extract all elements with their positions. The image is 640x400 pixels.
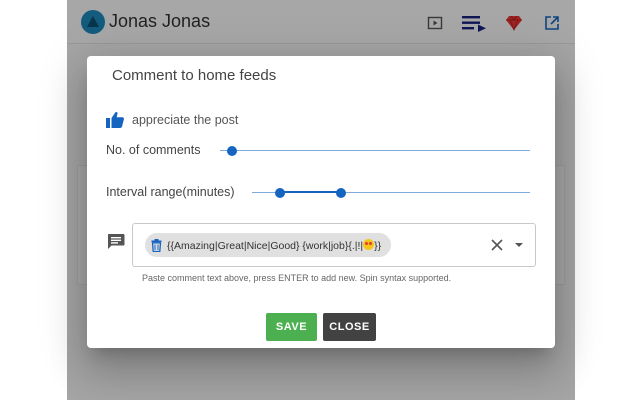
clear-icon[interactable] [490,238,504,252]
appreciate-option[interactable]: appreciate the post [105,109,238,131]
interval-label: Interval range(minutes) [106,185,235,199]
comment-hint: Paste comment text above, press ENTER to… [142,273,452,283]
interval-slider-min-thumb[interactable] [274,188,285,198]
interval-slider-max-thumb[interactable] [335,188,346,198]
close-button[interactable]: CLOSE [323,313,376,341]
appreciate-label: appreciate the post [132,113,239,127]
comments-slider-thumb[interactable] [227,146,238,156]
comment-chip[interactable]: {{Amazing|Great|Nice|Good} {work|job}{.|… [145,233,392,257]
interval-slider-active-range [279,191,341,193]
heart-eyes-emoji-icon [363,238,375,250]
comment-dialog: Comment to home feeds appreciate the pos… [87,56,555,348]
chevron-down-icon[interactable] [515,243,523,247]
comment-chip-suffix: }} [374,239,382,252]
comments-slider-track[interactable] [220,150,530,151]
comments-label: No. of comments [106,143,201,157]
thumbs-up-icon [106,111,124,128]
dialog-title: Comment to home feeds [112,67,277,84]
comment-chip-text: {{Amazing|Great|Nice|Good} {work|job}{.|… [167,238,382,252]
trash-icon[interactable] [151,238,162,252]
comment-icon [108,234,125,249]
save-button[interactable]: SAVE [266,313,317,341]
comment-input[interactable]: {{Amazing|Great|Nice|Good} {work|job}{.|… [132,223,536,267]
comment-chip-spin-text: {{Amazing|Great|Nice|Good} {work|job}{.|… [167,239,364,252]
